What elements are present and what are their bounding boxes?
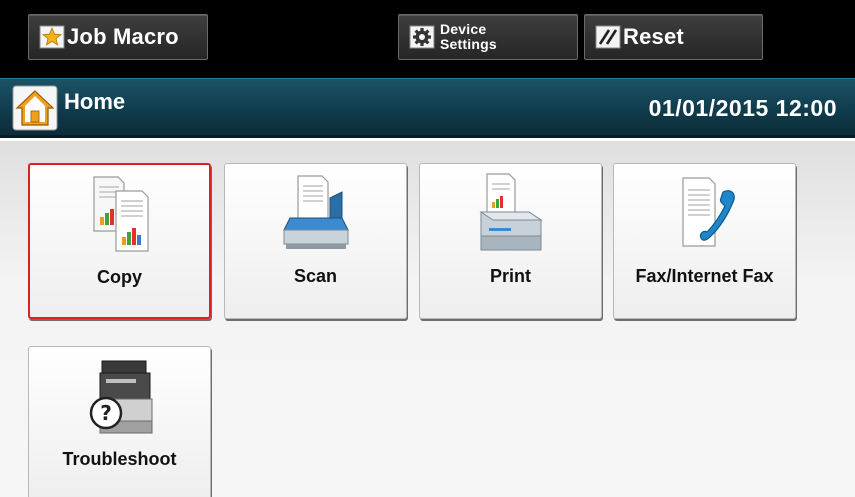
fax-label: Fax/Internet Fax: [635, 266, 774, 286]
print-tile[interactable]: Print: [419, 163, 602, 319]
job-macro-button[interactable]: Job Macro: [28, 14, 208, 60]
svg-text:?: ?: [100, 401, 112, 425]
print-icon: [478, 173, 543, 251]
page-title: Home: [64, 89, 126, 114]
troubleshoot-icon: ?: [89, 360, 152, 434]
scan-icon: [282, 175, 349, 249]
date-time-display: 01/01/2015 12:00: [648, 95, 837, 121]
gear-icon: [409, 25, 435, 49]
copy-tile[interactable]: Copy: [28, 163, 211, 319]
device-settings-label-line1: Device: [440, 21, 487, 37]
device-settings-label-line2: Settings: [440, 36, 497, 52]
reset-button[interactable]: Reset: [584, 14, 763, 60]
scan-tile[interactable]: Scan: [224, 163, 407, 319]
fax-tile[interactable]: Fax/Internet Fax: [613, 163, 796, 319]
troubleshoot-tile[interactable]: ? Troubleshoot: [28, 346, 211, 497]
star-icon: [39, 25, 65, 49]
top-toolbar: Job Macro Device Settings Reset: [0, 0, 855, 78]
header-bar: Home 01/01/2015 12:00: [0, 78, 855, 138]
troubleshoot-label: Troubleshoot: [62, 449, 177, 469]
fax-icon: [681, 177, 735, 247]
home-menu-panel: Copy Scan Print Fax/Internet Fax ? Troub…: [0, 141, 855, 497]
job-macro-label: Job Macro: [67, 24, 179, 49]
copy-icon: [92, 176, 149, 252]
device-settings-label: Device Settings: [440, 22, 510, 52]
print-label: Print: [489, 266, 531, 286]
copy-label: Copy: [97, 267, 142, 287]
device-settings-button[interactable]: Device Settings: [398, 14, 578, 60]
reset-label: Reset: [623, 24, 684, 49]
scan-label: Scan: [293, 266, 338, 286]
home-icon[interactable]: [12, 85, 58, 131]
reset-icon: [595, 25, 621, 49]
